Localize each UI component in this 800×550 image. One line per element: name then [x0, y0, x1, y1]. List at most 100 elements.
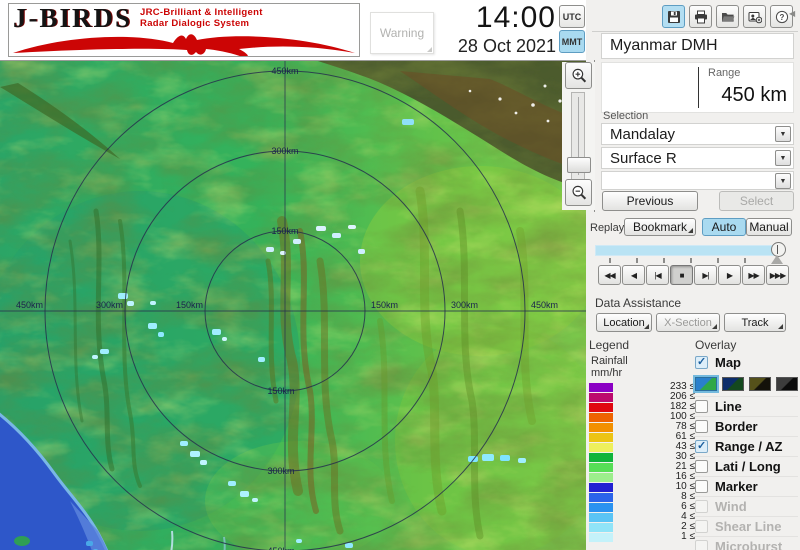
- overlay-item-map[interactable]: Map: [693, 353, 798, 372]
- map-style-3[interactable]: [749, 377, 771, 391]
- extra-dropdown-arrow-icon[interactable]: ▼: [775, 173, 791, 189]
- open-folder-button[interactable]: [716, 5, 739, 28]
- zoom-out-icon: [571, 185, 586, 199]
- site-dropdown-arrow-icon[interactable]: ▼: [775, 126, 791, 142]
- checkbox-icon[interactable]: [695, 439, 708, 453]
- map-style-1[interactable]: [693, 375, 719, 393]
- checkbox-icon: [695, 500, 708, 513]
- range-box: Range 450 km: [601, 62, 794, 113]
- checkbox-icon: [695, 540, 708, 550]
- replay-manual-button[interactable]: Manual: [746, 218, 792, 236]
- clock-time: 14:00: [475, 1, 556, 34]
- precipitation-echo: [190, 451, 200, 457]
- location-button[interactable]: Location: [596, 313, 652, 332]
- overlay-item-lati-long[interactable]: Lati / Long: [693, 456, 798, 476]
- fastest-forward-button[interactable]: ▶▶▶: [766, 265, 789, 285]
- print-icon: [694, 10, 707, 23]
- checkbox-icon: [695, 520, 708, 533]
- precipitation-echo: [345, 543, 353, 548]
- mmt-button[interactable]: MMT: [559, 30, 585, 53]
- overlay-item-microburst: Microburst: [693, 536, 798, 550]
- logo-subtitle-2: Radar Dialogic System: [140, 18, 250, 29]
- overlay-item-range-az[interactable]: Range / AZ: [693, 436, 798, 456]
- svg-text:?: ?: [779, 12, 784, 21]
- utc-button[interactable]: UTC: [559, 5, 585, 28]
- bookmark-button[interactable]: Bookmark: [624, 218, 696, 236]
- precipitation-echo: [180, 441, 188, 446]
- previous-button[interactable]: Previous: [602, 191, 698, 211]
- map-zoom-control: [562, 62, 595, 210]
- range-label: Range: [708, 67, 741, 79]
- radar-map[interactable]: 150km 150km 150km 150km 300km 300km 300km 300km…: [0, 60, 586, 550]
- site-select[interactable]: Mandalay ▼: [601, 123, 794, 145]
- control-panel: ? ◀ Myanmar DMH Range 450 km Selection M…: [586, 0, 800, 550]
- clock-date: 28 Oct 2021: [457, 36, 556, 56]
- timezone-switch: UTC MMT: [559, 5, 585, 55]
- checkbox-icon[interactable]: [695, 420, 708, 433]
- panel-collapse-arrow[interactable]: ◀: [789, 9, 795, 18]
- x-section-button[interactable]: X-Section: [656, 313, 720, 332]
- legend-color-swatch: [589, 512, 613, 522]
- overlay-item-border[interactable]: Border: [693, 416, 798, 436]
- overlay-label: Range / AZ: [715, 439, 783, 454]
- precipitation-echo: [118, 293, 128, 299]
- checkbox-icon[interactable]: [695, 480, 708, 493]
- save-button[interactable]: [662, 5, 685, 28]
- play-reverse-button[interactable]: ◀: [622, 265, 645, 285]
- overlay-label: Line: [715, 399, 742, 414]
- replay-slider-track[interactable]: [595, 245, 780, 256]
- selection-label: Selection: [603, 110, 649, 122]
- app-logo: J-BIRDS JRC-Brilliant & Intelligent Rada…: [8, 3, 360, 57]
- play-button[interactable]: ▶: [718, 265, 741, 285]
- overlay-item-marker[interactable]: Marker: [693, 476, 798, 496]
- range-ring-label: 450km: [16, 300, 43, 310]
- range-ring-label: 300km: [267, 466, 294, 476]
- legend-color-swatch: [589, 442, 613, 452]
- checkbox-icon[interactable]: [695, 460, 708, 473]
- overlay-item-line[interactable]: Line: [693, 396, 798, 416]
- stop-button[interactable]: ■: [670, 265, 693, 285]
- precipitation-echo: [500, 455, 510, 461]
- product-dropdown-arrow-icon[interactable]: ▼: [775, 150, 791, 166]
- precipitation-echo: [402, 119, 414, 125]
- zoom-in-button[interactable]: [565, 62, 592, 89]
- snapshot-button[interactable]: [743, 5, 766, 28]
- checkbox-icon[interactable]: [695, 355, 708, 369]
- print-button[interactable]: [689, 5, 712, 28]
- legend-title: Legend: [589, 338, 630, 352]
- checkbox-icon[interactable]: [695, 400, 708, 413]
- precipitation-echo: [86, 541, 93, 546]
- range-ring-label: 450km: [271, 66, 298, 76]
- extra-select[interactable]: ▼: [601, 171, 794, 190]
- legend-color-swatch: [589, 532, 613, 542]
- legend-unit-2: mm/hr: [591, 367, 623, 379]
- fast-forward-button[interactable]: ▶▶: [742, 265, 765, 285]
- replay-slider-pointer: [771, 255, 783, 264]
- snapshot-icon: [748, 11, 762, 23]
- track-button[interactable]: Track: [724, 313, 786, 332]
- warning-box[interactable]: Warning: [370, 12, 434, 54]
- site-value: Mandalay: [610, 125, 676, 143]
- overlay-label: Border: [715, 419, 758, 434]
- map-style-4[interactable]: [776, 377, 798, 391]
- replay-auto-button[interactable]: Auto: [702, 218, 746, 236]
- precipitation-echo: [266, 247, 274, 252]
- product-select[interactable]: Surface R ▼: [601, 147, 794, 169]
- bird-logo-icon: [13, 34, 355, 56]
- precipitation-echo: [258, 357, 265, 362]
- help-icon: ?: [775, 10, 788, 23]
- save-icon: [667, 10, 680, 23]
- range-divider: [698, 67, 699, 108]
- replay-slider[interactable]: [595, 242, 791, 266]
- legend-color-swatch: [589, 392, 613, 402]
- map-style-2[interactable]: [722, 377, 744, 391]
- station-name-field[interactable]: Myanmar DMH: [601, 33, 794, 59]
- step-forward-button[interactable]: ▶|: [694, 265, 717, 285]
- legend-color-swatch: [589, 422, 613, 432]
- zoom-out-button[interactable]: [565, 179, 592, 206]
- fast-rewind-button[interactable]: ◀◀: [598, 265, 621, 285]
- range-ring-label: 150km: [176, 300, 203, 310]
- legend-color-swatch: [589, 472, 613, 482]
- step-back-button[interactable]: |◀: [646, 265, 669, 285]
- zoom-slider-thumb[interactable]: [567, 157, 591, 173]
